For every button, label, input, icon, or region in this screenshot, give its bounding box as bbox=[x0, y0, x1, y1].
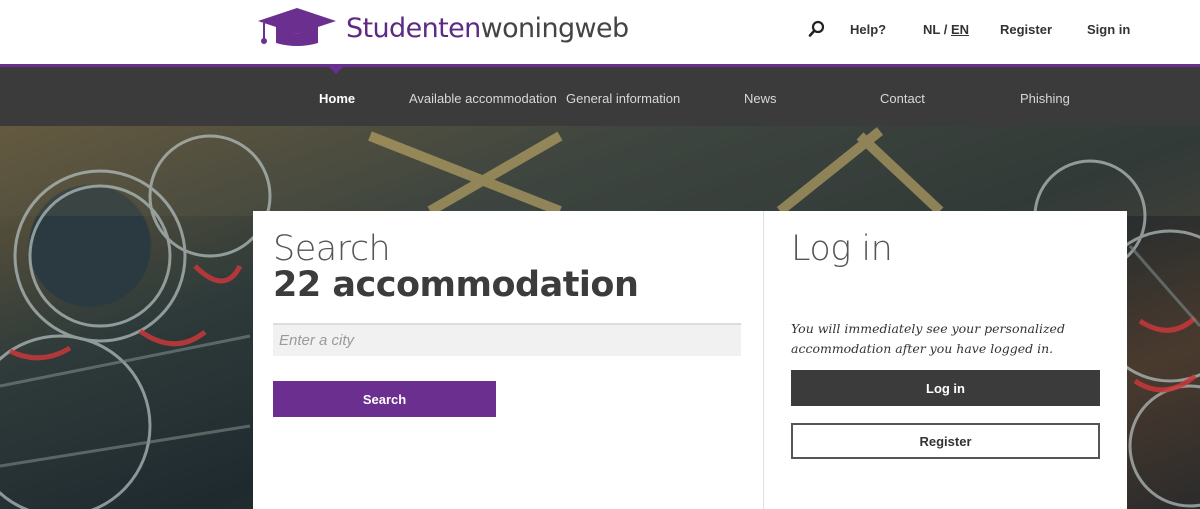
sign-in-link[interactable]: Sign in bbox=[1087, 22, 1130, 42]
search-button[interactable]: Search bbox=[273, 381, 496, 417]
register-button[interactable]: Register bbox=[791, 423, 1100, 459]
active-nav-indicator bbox=[329, 67, 343, 74]
help-link[interactable]: Help? bbox=[850, 22, 886, 42]
main-nav: Home Available accommodation General inf… bbox=[0, 67, 1200, 126]
search-panel: Search 22 accommodation Search bbox=[253, 211, 763, 509]
login-button[interactable]: Log in bbox=[791, 370, 1100, 406]
lang-separator: / bbox=[940, 22, 951, 37]
register-link[interactable]: Register bbox=[1000, 22, 1052, 42]
site-logo[interactable]: Studentenwoningweb bbox=[256, 6, 629, 50]
nav-item-contact[interactable]: Contact bbox=[880, 91, 925, 106]
lang-nl-link[interactable]: NL bbox=[923, 22, 940, 37]
graduation-cap-icon bbox=[258, 8, 336, 46]
nav-item-phishing[interactable]: Phishing bbox=[1020, 91, 1070, 106]
language-switch: NL / EN bbox=[923, 22, 969, 37]
accommodation-count: 22 accommodation bbox=[273, 265, 639, 305]
login-title: Log in bbox=[791, 229, 893, 269]
nav-item-news[interactable]: News bbox=[744, 91, 777, 106]
brand-name: Studentenwoningweb bbox=[346, 12, 629, 44]
search-title: Search bbox=[273, 229, 391, 269]
nav-item-general-information[interactable]: General information bbox=[566, 91, 680, 106]
login-panel: Log in You will immediately see your per… bbox=[764, 211, 1127, 509]
site-header: Studentenwoningweb Help? NL / EN Registe… bbox=[0, 0, 1200, 64]
login-note: You will immediately see your personaliz… bbox=[791, 321, 1065, 356]
search-icon[interactable] bbox=[808, 20, 826, 38]
nav-item-available-accommodation[interactable]: Available accommodation bbox=[409, 91, 557, 106]
nav-item-home[interactable]: Home bbox=[319, 91, 355, 106]
city-search-input[interactable] bbox=[273, 323, 741, 356]
lang-en-link[interactable]: EN bbox=[951, 22, 969, 37]
